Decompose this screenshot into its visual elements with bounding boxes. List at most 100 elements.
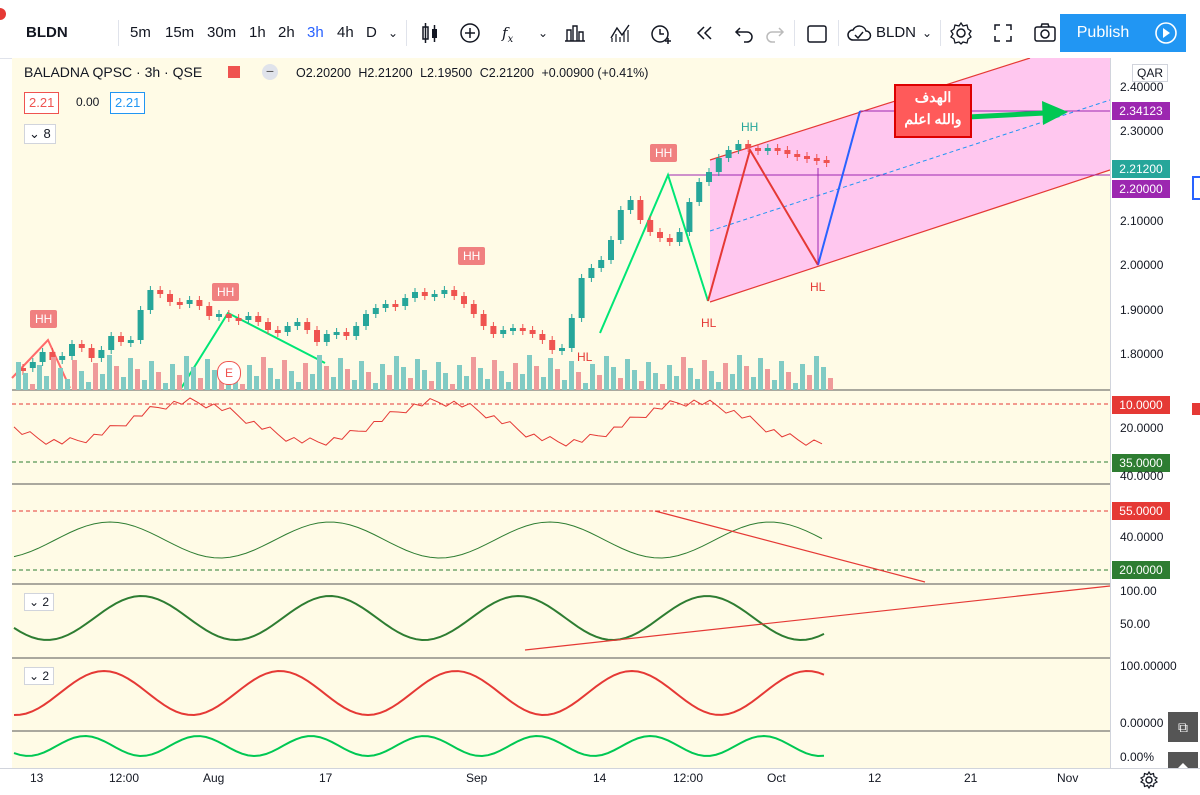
volume-bar bbox=[702, 360, 707, 390]
hide-legend-minus-icon[interactable]: − bbox=[262, 64, 278, 80]
layout-name[interactable]: BLDN bbox=[876, 18, 916, 48]
low-value: L2.19500 bbox=[420, 66, 473, 80]
fullscreen-rect-icon[interactable] bbox=[802, 18, 832, 48]
open-value: O2.20200 bbox=[296, 66, 351, 80]
candle-body bbox=[176, 302, 183, 305]
pane5-collapse-toggle[interactable]: ⌄ 2 bbox=[24, 667, 55, 685]
volume-bar bbox=[275, 379, 280, 390]
volume-bar bbox=[828, 378, 833, 390]
redo-icon[interactable] bbox=[760, 18, 790, 48]
interval-5m[interactable]: 5m bbox=[130, 18, 151, 48]
camera-snapshot-icon[interactable] bbox=[1030, 18, 1060, 48]
layout-chevron-down-icon[interactable]: ⌄ bbox=[922, 18, 932, 48]
price-tick: 1.90000 bbox=[1120, 303, 1164, 317]
volume-bar bbox=[16, 362, 21, 390]
pane4-collapse-toggle[interactable]: ⌄ 2 bbox=[24, 593, 55, 611]
candle-body bbox=[764, 148, 771, 151]
volume-bar bbox=[527, 355, 532, 390]
candle-body bbox=[304, 322, 311, 330]
interval-1h[interactable]: 1h bbox=[249, 18, 266, 48]
change-value: +0.00900 (+0.41%) bbox=[541, 66, 649, 80]
event-marker[interactable]: E bbox=[217, 361, 241, 385]
candle-body bbox=[470, 304, 477, 314]
pane3-tick: 40.0000 bbox=[1120, 530, 1164, 544]
toolbar-divider bbox=[940, 20, 941, 46]
candle-body bbox=[490, 326, 497, 334]
target-note[interactable]: الهدف والله اعلم bbox=[894, 84, 972, 138]
candle-body bbox=[588, 268, 595, 278]
volume-bar bbox=[807, 375, 812, 390]
add-compare-icon[interactable] bbox=[455, 18, 485, 48]
volume-bar bbox=[282, 360, 287, 390]
volume-bar bbox=[471, 357, 476, 390]
candlestick-chart-type-icon[interactable] bbox=[415, 18, 445, 48]
candle-body bbox=[529, 330, 536, 334]
time-tick: 14 bbox=[593, 771, 607, 785]
interval-2h[interactable]: 2h bbox=[278, 18, 295, 48]
interval-3h[interactable]: 3h bbox=[307, 18, 324, 48]
volume-bar bbox=[520, 374, 525, 390]
interval-d[interactable]: D bbox=[366, 18, 377, 48]
market-status-flag-icon bbox=[228, 66, 240, 78]
financials-icon[interactable] bbox=[560, 18, 590, 48]
candle-body bbox=[245, 316, 252, 320]
ohlc-values: O2.20200 H2.21200 L2.19500 C2.21200 +0.0… bbox=[296, 66, 652, 80]
volume-bar bbox=[443, 373, 448, 390]
candle-body bbox=[421, 292, 428, 296]
candle-body bbox=[402, 298, 409, 306]
pane2-tick: 20.0000 bbox=[1120, 421, 1164, 435]
interval-15m[interactable]: 15m bbox=[165, 18, 194, 48]
interval-chevron-down-icon[interactable]: ⌄ bbox=[388, 18, 398, 48]
volume-bar bbox=[674, 376, 679, 390]
axis-settings-gear-icon[interactable] bbox=[1138, 769, 1160, 791]
volume-bar bbox=[555, 369, 560, 390]
volume-bar bbox=[772, 380, 777, 390]
candle-body bbox=[333, 332, 340, 335]
volume-bar bbox=[639, 381, 644, 390]
interval-4h[interactable]: 4h bbox=[337, 18, 354, 48]
fullscreen-expand-icon[interactable] bbox=[988, 18, 1018, 48]
candle-body bbox=[637, 200, 644, 220]
alert-clock-icon[interactable] bbox=[646, 18, 676, 48]
play-button[interactable] bbox=[1146, 14, 1186, 52]
undo-icon[interactable] bbox=[729, 18, 759, 48]
candle-body bbox=[715, 158, 722, 172]
volume-bar bbox=[457, 365, 462, 390]
pane5-line bbox=[13, 669, 825, 717]
pane6-line bbox=[13, 734, 825, 758]
volume-bar bbox=[170, 364, 175, 390]
top-toolbar: BLDN 5m 15m 30m 1h 2h 3h 4h D ⌄ fx ⌄ BLD… bbox=[0, 0, 1200, 59]
candle-body bbox=[549, 340, 556, 350]
candle-body bbox=[59, 356, 66, 360]
buy-price-box[interactable]: 2.21 bbox=[110, 92, 146, 114]
interval-30m[interactable]: 30m bbox=[207, 18, 236, 48]
candle-body bbox=[127, 340, 134, 343]
price-tick: 2.00000 bbox=[1120, 258, 1164, 272]
symbol-legend-title[interactable]: BALADNA QPSC · 3h · QSE bbox=[24, 64, 202, 80]
screenshot-widget-icon[interactable]: ⧉ bbox=[1168, 712, 1198, 742]
candle-body bbox=[353, 326, 360, 336]
indicators-toggle[interactable]: ⌄ 8 bbox=[24, 124, 56, 144]
publish-button[interactable]: Publish bbox=[1060, 14, 1146, 52]
templates-icon[interactable] bbox=[605, 18, 635, 48]
volume-bar bbox=[184, 356, 189, 390]
volume-bar bbox=[401, 367, 406, 390]
symbol-search[interactable]: BLDN bbox=[26, 18, 68, 48]
candle-body bbox=[78, 344, 85, 348]
candle-body bbox=[147, 290, 154, 310]
replay-rewind-icon[interactable] bbox=[690, 18, 720, 48]
sell-price-box[interactable]: 2.21 bbox=[24, 92, 60, 114]
volume-bar bbox=[737, 355, 742, 390]
volume-bar bbox=[667, 365, 672, 390]
volume-bar bbox=[373, 383, 378, 390]
volume-bar bbox=[751, 377, 756, 390]
volume-bar bbox=[394, 356, 399, 390]
candle-body bbox=[412, 292, 418, 298]
indicators-fx-icon[interactable]: fx bbox=[502, 18, 513, 48]
candle-body bbox=[255, 316, 262, 322]
indicators-chevron-down-icon[interactable]: ⌄ bbox=[538, 18, 548, 48]
pane3-line bbox=[13, 521, 823, 559]
candle-body bbox=[186, 300, 193, 304]
settings-gear-icon[interactable] bbox=[946, 18, 976, 48]
cloud-save-icon[interactable] bbox=[844, 18, 874, 48]
